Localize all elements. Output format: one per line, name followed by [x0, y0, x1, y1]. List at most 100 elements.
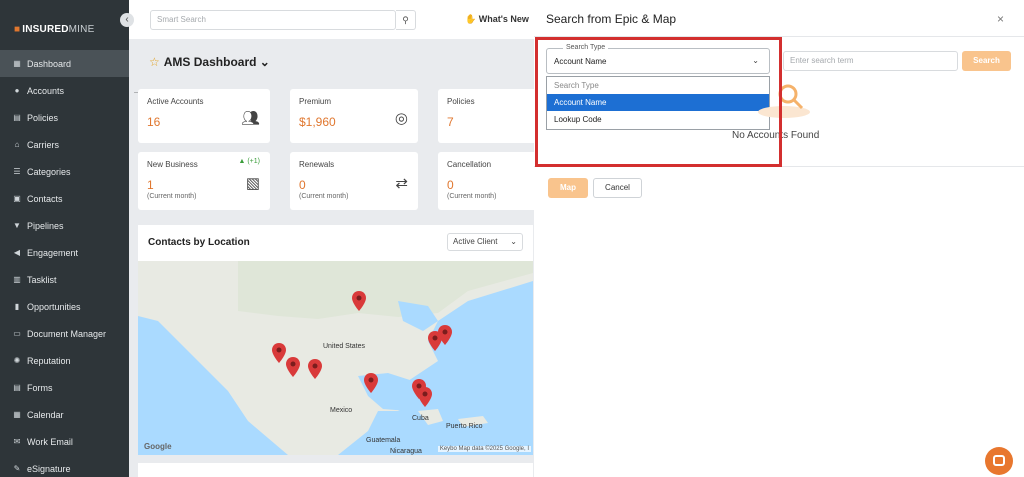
sidebar-item-opportunities[interactable]: ▮ Opportunities [0, 293, 129, 320]
grid-icon: ▦ [13, 59, 21, 68]
sidebar-item-contacts[interactable]: ▣ Contacts [0, 185, 129, 212]
sidebar-collapse-button[interactable]: ‹ [120, 13, 134, 27]
bolt-icon: ✋ [465, 14, 477, 24]
smart-search-input[interactable]: Smart Search [150, 10, 396, 30]
sidebar-item-reputation[interactable]: ✺ Reputation [0, 347, 129, 374]
sidebar-item-label: Calendar [27, 409, 64, 420]
sidebar-item-tasklist[interactable]: ▥ Tasklist [0, 266, 129, 293]
sidebar-item-label: Categories [27, 166, 71, 177]
mail-icon: ✉ [13, 437, 21, 446]
search-term-input[interactable]: Enter search term [783, 51, 958, 71]
map-label-mexico: Mexico [330, 407, 353, 414]
map-label-puerto-rico: Puerto Rico [446, 423, 483, 430]
sidebar-nav: ▦ Dashboard ● Accounts ▤ Policies ⌂ Carriers ☰ Ca… [0, 50, 129, 477]
map-pin-icon[interactable] [286, 357, 300, 377]
next-panel-strip [138, 463, 533, 477]
contact-card-icon: ▣ [13, 194, 21, 203]
search-type-dropdown: Search Type Account Name Lookup Code [546, 76, 770, 130]
chevron-down-icon: ⌄ [752, 56, 759, 65]
calendar-icon: ▦ [13, 410, 21, 419]
sidebar-item-forms[interactable]: ▤ Forms [0, 374, 129, 401]
dropdown-option-account-name[interactable]: Account Name [547, 94, 769, 111]
card-new-business[interactable]: New Business ▲ (+1) 1 (Current month) ▧ [138, 152, 270, 210]
sidebar-item-work-email[interactable]: ✉ Work Email [0, 428, 129, 455]
repeat-icon: ⇄ [395, 175, 408, 192]
contract-icon: ▧ [245, 175, 260, 192]
map-button[interactable]: Map [548, 178, 588, 198]
search-button[interactable]: Search [962, 51, 1011, 71]
logo-mark-icon: ■ [14, 24, 21, 35]
map-label-guatemala: Guatemala [366, 437, 401, 444]
badge-icon: ✺ [13, 356, 21, 365]
sidebar-item-label: Pipelines [27, 220, 64, 231]
map-pin-icon[interactable] [352, 291, 366, 311]
sidebar: ■ INSUREDMINE ‹ ▦ Dashboard ● Accounts ▤ Polic… [0, 0, 134, 477]
google-logo: Google [144, 442, 172, 451]
sidebar-item-calendar[interactable]: ▦ Calendar [0, 401, 129, 428]
sidebar-item-policies[interactable]: ▤ Policies [0, 104, 129, 131]
map-label-nicaragua: Nicaragua [390, 448, 422, 455]
cancel-button[interactable]: Cancel [593, 178, 642, 198]
search-type-value: Account Name [554, 57, 607, 66]
megaphone-icon: ◀ [13, 248, 21, 257]
sidebar-item-dashboard[interactable]: ▦ Dashboard [0, 50, 129, 77]
sidebar-item-label: Accounts [27, 85, 65, 96]
map-pin-icon[interactable] [364, 373, 378, 393]
modal-title: Search from Epic & Map [546, 12, 677, 26]
brand-logo: ■ INSUREDMINE [14, 24, 95, 35]
sidebar-item-label: Engagement [27, 247, 79, 258]
map-pin-icon[interactable] [272, 343, 286, 363]
map-label-cuba: Cuba [412, 415, 429, 422]
sidebar-item-categories[interactable]: ☰ Categories [0, 158, 129, 185]
sidebar-item-carriers[interactable]: ⌂ Carriers [0, 131, 129, 158]
map-pin-icon[interactable] [418, 387, 432, 407]
magnifier-illustration-icon [758, 84, 810, 118]
client-filter-select[interactable]: Active Client ⌄ [447, 233, 523, 251]
map-pin-icon[interactable] [438, 325, 452, 345]
dropdown-option-search-type: Search Type [554, 81, 599, 90]
sidebar-item-label: Work Email [27, 436, 73, 447]
sidebar-item-label: Carriers [27, 139, 60, 150]
chat-launcher-button[interactable] [985, 447, 1013, 475]
search-icon[interactable]: ⚲ [396, 10, 416, 30]
chevron-down-icon[interactable]: ⌄ [260, 55, 270, 69]
card-cancellation[interactable]: Cancellation 0 (Current month) [438, 152, 538, 210]
sidebar-item-label: Dashboard [27, 58, 72, 69]
clipboard-icon: ▥ [13, 275, 21, 284]
card-premium[interactable]: Premium $1,960 ◎ [290, 89, 418, 143]
modal-header: Search from Epic & Map × [534, 0, 1024, 37]
map-label-us: United States [323, 343, 366, 350]
sidebar-item-accounts[interactable]: ● Accounts [0, 77, 129, 104]
card-policies[interactable]: Policies 7 [438, 89, 538, 143]
epic-search-modal: Search from Epic & Map × Search Type Acc… [534, 0, 1024, 477]
card-renewals[interactable]: Renewals 0 (Current month) ⇄ [290, 152, 418, 210]
sidebar-item-document-manager[interactable]: ▭ Document Manager [0, 320, 129, 347]
signature-icon: ✎ [13, 464, 21, 473]
star-icon[interactable]: ☆ [149, 55, 160, 69]
sidebar-item-engagement[interactable]: ◀ Engagement [0, 239, 129, 266]
sidebar-item-esignature[interactable]: ✎ eSignature [0, 455, 129, 477]
whats-new-link[interactable]: ✋ What's New [465, 14, 529, 25]
page-title[interactable]: ☆ AMS Dashboard ⌄ [149, 55, 270, 69]
growth-badge: ▲ (+1) [238, 158, 260, 165]
sidebar-item-pipelines[interactable]: ▼ Pipelines [0, 212, 129, 239]
close-icon[interactable]: × [997, 12, 1004, 26]
search-type-label: Search Type [563, 44, 609, 51]
dropdown-option-lookup-code[interactable]: Lookup Code [547, 111, 769, 128]
section-title: Contacts by Location [148, 237, 250, 248]
contacts-by-location-panel: Contacts by Location Active Client ⌄ Uni… [138, 225, 533, 455]
map-pin-icon[interactable] [308, 359, 322, 379]
map-attribution: Keybo Map data ©2025 Google, I [437, 446, 531, 452]
document-icon: ▤ [13, 113, 21, 122]
users-icon: 👥︎ [240, 110, 260, 127]
card-active-accounts[interactable]: Active Accounts 16 👥︎ [138, 89, 270, 143]
contacts-map[interactable]: United States Mexico Cuba Puerto Rico Gu… [138, 261, 533, 455]
users-icon: ● [14, 86, 20, 95]
form-icon: ▤ [13, 383, 21, 392]
sidebar-item-label: Policies [27, 112, 59, 123]
sidebar-item-label: Tasklist [27, 274, 57, 285]
sidebar-item-label: Document Manager [27, 328, 107, 339]
sidebar-item-label: Opportunities [27, 301, 81, 312]
bar-chart-icon: ▮ [14, 302, 20, 311]
search-type-select[interactable]: Search Type Account Name ⌄ [546, 44, 770, 74]
